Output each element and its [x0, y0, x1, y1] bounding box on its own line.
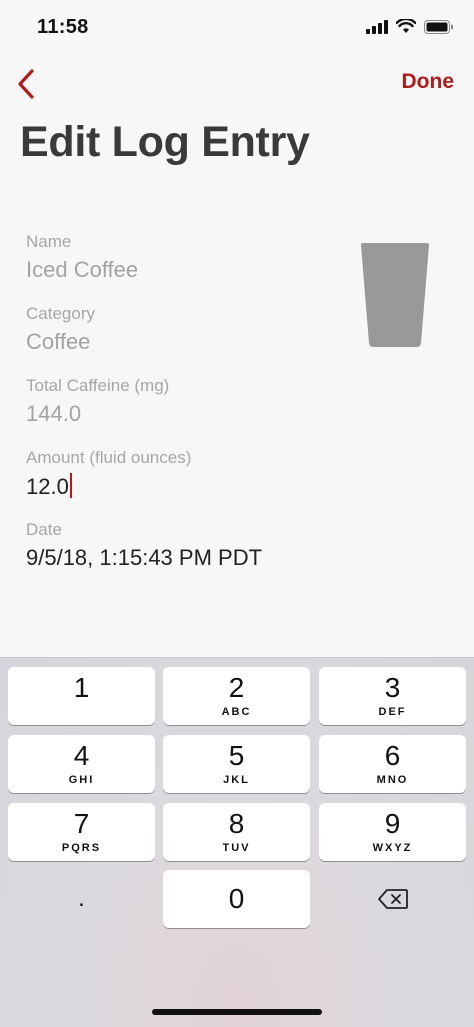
key-digit: 4 [73, 739, 90, 771]
key-letters: WXYZ [372, 841, 413, 854]
name-value[interactable]: Iced Coffee [26, 257, 138, 283]
decimal-key[interactable]: . [8, 870, 155, 928]
key-letters: MNO [376, 773, 409, 786]
amount-field[interactable]: Amount (fluid ounces) 12.0 [26, 448, 346, 520]
key-letters: JKL [223, 773, 250, 786]
date-label: Date [26, 520, 62, 539]
key-digit: 5 [228, 739, 245, 771]
key-5[interactable]: 5 JKL [163, 735, 310, 793]
key-digit: 1 [73, 671, 90, 703]
log-entry-form: Name Iced Coffee Category Coffee Total C… [26, 232, 346, 592]
name-field[interactable]: Name Iced Coffee [26, 232, 346, 304]
key-6[interactable]: 6 MNO [319, 735, 466, 793]
key-4[interactable]: 4 GHI [8, 735, 155, 793]
key-1[interactable]: 1 [8, 667, 155, 725]
key-letters: TUV [222, 841, 251, 854]
key-digit: 2 [228, 671, 245, 703]
category-value[interactable]: Coffee [26, 329, 90, 355]
key-2[interactable]: 2 ABC [163, 667, 310, 725]
wifi-icon [396, 19, 416, 33]
text-caret [69, 473, 72, 498]
home-indicator[interactable] [152, 1009, 322, 1015]
numeric-keypad: 1 2 ABC 3 DEF 4 GHI 5 JKL 6 MNO 7 PQRS 8… [0, 657, 474, 1027]
cup-icon [361, 243, 429, 347]
back-button[interactable] [8, 66, 44, 102]
chevron-left-icon [18, 69, 34, 99]
key-letters: DEF [378, 705, 407, 718]
total-caffeine-label: Total Caffeine (mg) [26, 376, 170, 395]
category-field[interactable]: Category Coffee [26, 304, 346, 376]
key-digit: 8 [228, 807, 245, 839]
key-9[interactable]: 9 WXYZ [319, 803, 466, 861]
cellular-signal-icon [366, 19, 388, 34]
battery-icon [424, 19, 453, 34]
status-icons [366, 19, 454, 34]
key-digit: 0 [228, 883, 245, 914]
delete-key[interactable] [319, 870, 466, 928]
name-label: Name [26, 232, 72, 251]
key-7[interactable]: 7 PQRS [8, 803, 155, 861]
amount-input[interactable]: 12.0 [26, 473, 72, 500]
key-3[interactable]: 3 DEF [319, 667, 466, 725]
key-digit: 6 [384, 739, 401, 771]
amount-value: 12.0 [26, 474, 69, 499]
date-value[interactable]: 9/5/18, 1:15:43 PM PDT [26, 545, 262, 571]
total-caffeine-value[interactable]: 144.0 [26, 401, 81, 427]
key-digit: 3 [384, 671, 401, 703]
key-letters: ABC [221, 705, 252, 718]
backspace-icon [377, 889, 408, 909]
key-digit: 9 [384, 807, 401, 839]
key-0[interactable]: 0 [163, 870, 310, 928]
date-field[interactable]: Date 9/5/18, 1:15:43 PM PDT [26, 520, 346, 592]
status-time: 11:58 [37, 16, 89, 38]
decimal-label: . [78, 885, 85, 912]
done-button[interactable]: Done [402, 70, 455, 94]
key-digit: 7 [73, 807, 90, 839]
key-letters: GHI [68, 773, 95, 786]
amount-label: Amount (fluid ounces) [26, 448, 192, 467]
category-label: Category [26, 304, 95, 323]
key-8[interactable]: 8 TUV [163, 803, 310, 861]
status-bar: 11:58 [0, 0, 474, 56]
total-caffeine-field[interactable]: Total Caffeine (mg) 144.0 [26, 376, 346, 448]
navigation-bar: Done [0, 60, 474, 108]
key-letters: PQRS [61, 841, 102, 854]
page-title: Edit Log Entry [20, 118, 310, 166]
